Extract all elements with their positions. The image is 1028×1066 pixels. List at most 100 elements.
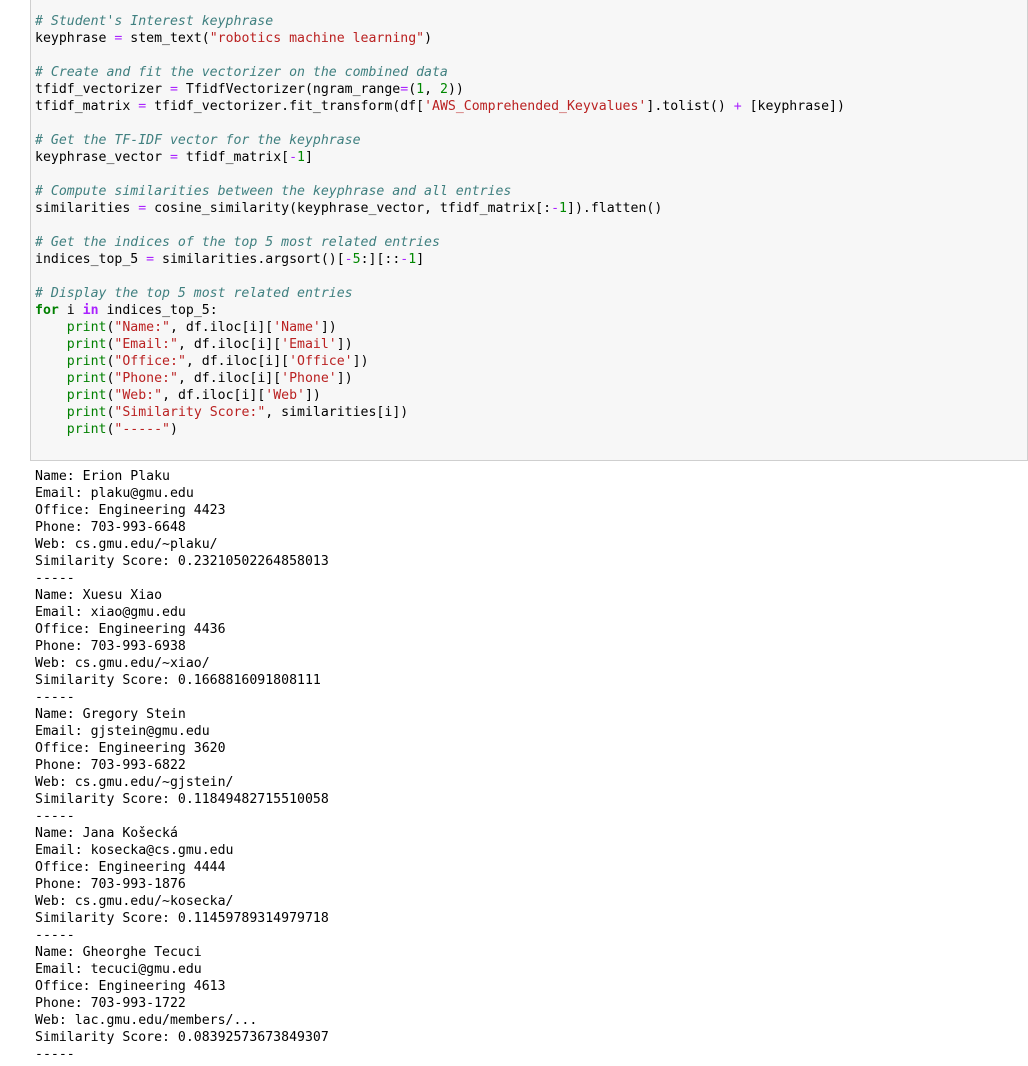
- code-token: "-----": [114, 422, 170, 437]
- code-token: for: [35, 303, 59, 318]
- code-line: print("Phone:", df.iloc[i]['Phone']): [35, 370, 845, 387]
- code-token: TfidfVectorizer(ngram_range: [177, 82, 401, 97]
- output-line: Phone: 703-993-1876: [35, 877, 186, 892]
- code-line: for i in indices_top_5:: [35, 302, 845, 319]
- code-line: # Create and fit the vectorizer on the c…: [35, 64, 845, 81]
- code-token: "Name:": [114, 320, 170, 335]
- code-token: # Get the TF-IDF vector for the keyphras…: [35, 133, 361, 148]
- code-token: print: [66, 405, 107, 420]
- output-line: Name: Gregory Stein: [35, 707, 186, 722]
- code-token: , df.iloc[i][: [177, 337, 282, 352]
- code-token: 5: [352, 252, 361, 267]
- code-line: print("Web:", df.iloc[i]['Web']): [35, 387, 845, 404]
- code-token: -: [289, 150, 298, 165]
- output-line: Office: Engineering 4613: [35, 979, 226, 994]
- code-token: ]): [336, 371, 353, 386]
- output-line: Email: tecuci@gmu.edu: [35, 962, 202, 977]
- code-token: , similarities[i]): [265, 405, 409, 420]
- code-token: # Compute similarities between the keyph…: [35, 184, 512, 199]
- code-token: ]).flatten(): [567, 201, 663, 216]
- output-line: Office: Engineering 4436: [35, 622, 226, 637]
- code-token: indices_top_5:: [98, 303, 218, 318]
- code-token: cosine_similarity(keyphrase_vector, tfid…: [146, 201, 552, 216]
- code-token: )): [447, 82, 464, 97]
- code-token: "Similarity Score:": [114, 405, 266, 420]
- output-line: Phone: 703-993-6648: [35, 520, 186, 535]
- code-token: "Email:": [114, 337, 178, 352]
- code-token: 'Office': [289, 354, 353, 369]
- code-token: 1: [559, 201, 567, 216]
- code-token: # Display the top 5 most related entries: [35, 286, 353, 301]
- code-line: print("Email:", df.iloc[i]['Email']): [35, 336, 845, 353]
- code-token: print: [66, 422, 107, 437]
- code-token: in: [82, 303, 99, 318]
- output-line: Email: xiao@gmu.edu: [35, 605, 186, 620]
- output-line: Web: lac.gmu.edu/members/...: [35, 1013, 258, 1028]
- code-token: 'Name': [273, 320, 321, 335]
- code-token: ]): [304, 388, 321, 403]
- code-editor[interactable]: # Student's Interest keyphrase keyphrase …: [35, 13, 845, 438]
- code-token: =: [169, 150, 178, 165]
- output-line: Similarity Score: 0.23210502264858013: [35, 554, 329, 569]
- output-line: Name: Erion Plaku: [35, 469, 170, 484]
- output-line: Phone: 703-993-6938: [35, 639, 186, 654]
- code-line: # Display the top 5 most related entries: [35, 285, 845, 302]
- code-token: 'Phone': [281, 371, 337, 386]
- output-line: Web: cs.gmu.edu/~kosecka/: [35, 894, 234, 909]
- code-cell-input[interactable]: # Student's Interest keyphrase keyphrase …: [30, 0, 1028, 461]
- code-token: similarities: [35, 201, 139, 216]
- code-token: "Phone:": [114, 371, 178, 386]
- code-token: tfidf_vectorizer: [35, 82, 170, 97]
- code-token: keyphrase_vector: [35, 150, 170, 165]
- code-token: indices_top_5: [35, 252, 147, 267]
- code-token: 1: [408, 252, 417, 267]
- code-line: print("-----"): [35, 421, 845, 438]
- code-line: tfidf_matrix = tfidf_vectorizer.fit_tran…: [35, 98, 845, 115]
- code-token: "robotics machine learning": [209, 31, 425, 46]
- output-line: Phone: 703-993-6822: [35, 758, 186, 773]
- code-token: stem_text(: [122, 31, 210, 46]
- output-line: Email: plaku@gmu.edu: [35, 486, 194, 501]
- output-line: Name: Jana Košecká: [35, 826, 178, 841]
- output-line: Phone: 703-993-1722: [35, 996, 186, 1011]
- code-token: "Web:": [114, 388, 163, 403]
- code-line: # Student's Interest keyphrase: [35, 13, 845, 30]
- code-line: # Get the TF-IDF vector for the keyphras…: [35, 132, 845, 149]
- code-token: keyphrase: [35, 31, 115, 46]
- code-token: 'AWS_Comprehended_Keyvalues': [424, 99, 647, 114]
- output-line: -----: [35, 571, 75, 586]
- output-line: Name: Xuesu Xiao: [35, 588, 163, 603]
- code-token: tfidf_matrix[: [177, 150, 290, 165]
- output-line: -----: [35, 809, 75, 824]
- code-token: i: [58, 303, 83, 318]
- code-token: , df.iloc[i][: [162, 388, 266, 403]
- output-line: Similarity Score: 0.11459789314979718: [35, 911, 329, 926]
- code-token: , df.iloc[i][: [170, 320, 274, 335]
- code-line: keyphrase_vector = tfidf_matrix[-1]: [35, 149, 845, 166]
- code-token: , df.iloc[i][: [177, 371, 282, 386]
- code-token: similarities.argsort()[: [154, 252, 345, 267]
- code-token: 'Email': [281, 337, 337, 352]
- code-token: ]): [320, 320, 337, 335]
- code-line: tfidf_vectorizer = TfidfVectorizer(ngram…: [35, 81, 845, 98]
- output-line: Office: Engineering 3620: [35, 741, 226, 756]
- code-line: print("Similarity Score:", similarities[…: [35, 404, 845, 421]
- code-token: ]: [305, 150, 313, 165]
- output-line: Office: Engineering 4444: [35, 860, 226, 875]
- code-token: "Office:": [114, 354, 186, 369]
- code-token: print: [66, 320, 107, 335]
- code-token: =: [146, 252, 155, 267]
- code-line: keyphrase = stem_text("robotics machine …: [35, 30, 845, 47]
- code-token: =: [169, 82, 178, 97]
- output-line: Email: kosecka@cs.gmu.edu: [35, 843, 234, 858]
- code-token: # Create and fit the vectorizer on the c…: [35, 65, 448, 80]
- output-line: -----: [35, 1047, 75, 1062]
- output-line: Similarity Score: 0.1668816091808111: [35, 673, 321, 688]
- code-token: =: [138, 201, 147, 216]
- code-token: 1: [297, 150, 305, 165]
- code-token: print: [66, 371, 107, 386]
